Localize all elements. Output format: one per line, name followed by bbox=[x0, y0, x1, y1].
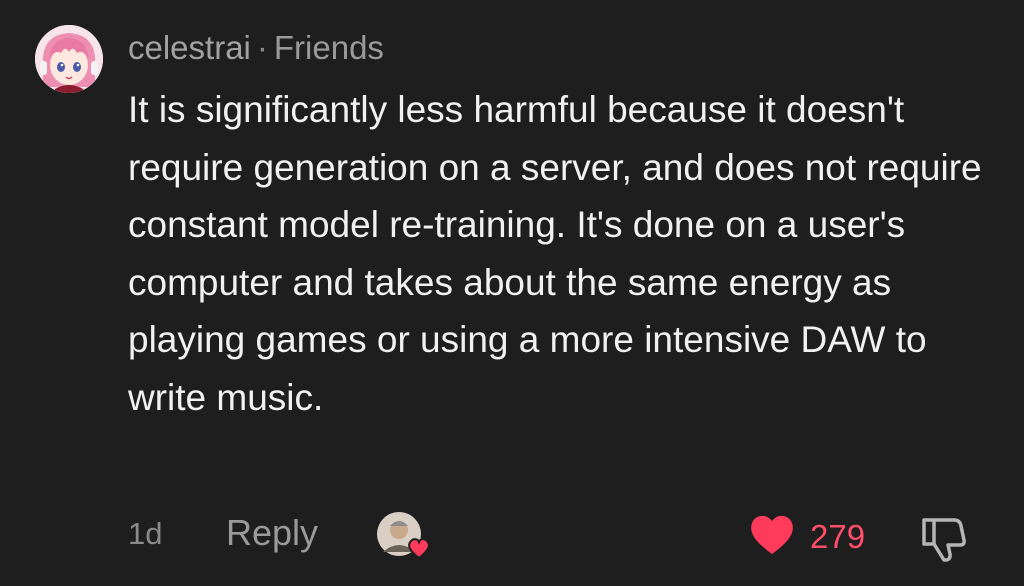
reply-button[interactable]: Reply bbox=[226, 512, 318, 554]
relationship-label: Friends bbox=[273, 29, 384, 66]
author-name[interactable]: celestrai bbox=[128, 29, 251, 66]
comment-footer: 1d Reply 279 bbox=[0, 506, 1024, 566]
anime-avatar-icon bbox=[35, 25, 103, 93]
comment: celestrai · Friends It is significantly le… bbox=[0, 0, 1024, 586]
comment-text: It is significantly less harmful because… bbox=[128, 89, 982, 418]
like-count: 279 bbox=[810, 518, 866, 555]
thumbs-down-icon bbox=[922, 518, 966, 562]
liker-avatar[interactable] bbox=[375, 510, 433, 560]
author-avatar[interactable] bbox=[35, 25, 103, 93]
header-separator: · bbox=[256, 29, 268, 66]
liker-avatar-icon bbox=[377, 512, 430, 560]
timestamp: 1d bbox=[128, 516, 163, 551]
comment-header: celestrai · Friends bbox=[128, 28, 384, 68]
dislike-button[interactable] bbox=[918, 514, 970, 564]
heart-icon bbox=[751, 515, 793, 554]
like-button[interactable]: 279 bbox=[748, 510, 878, 562]
